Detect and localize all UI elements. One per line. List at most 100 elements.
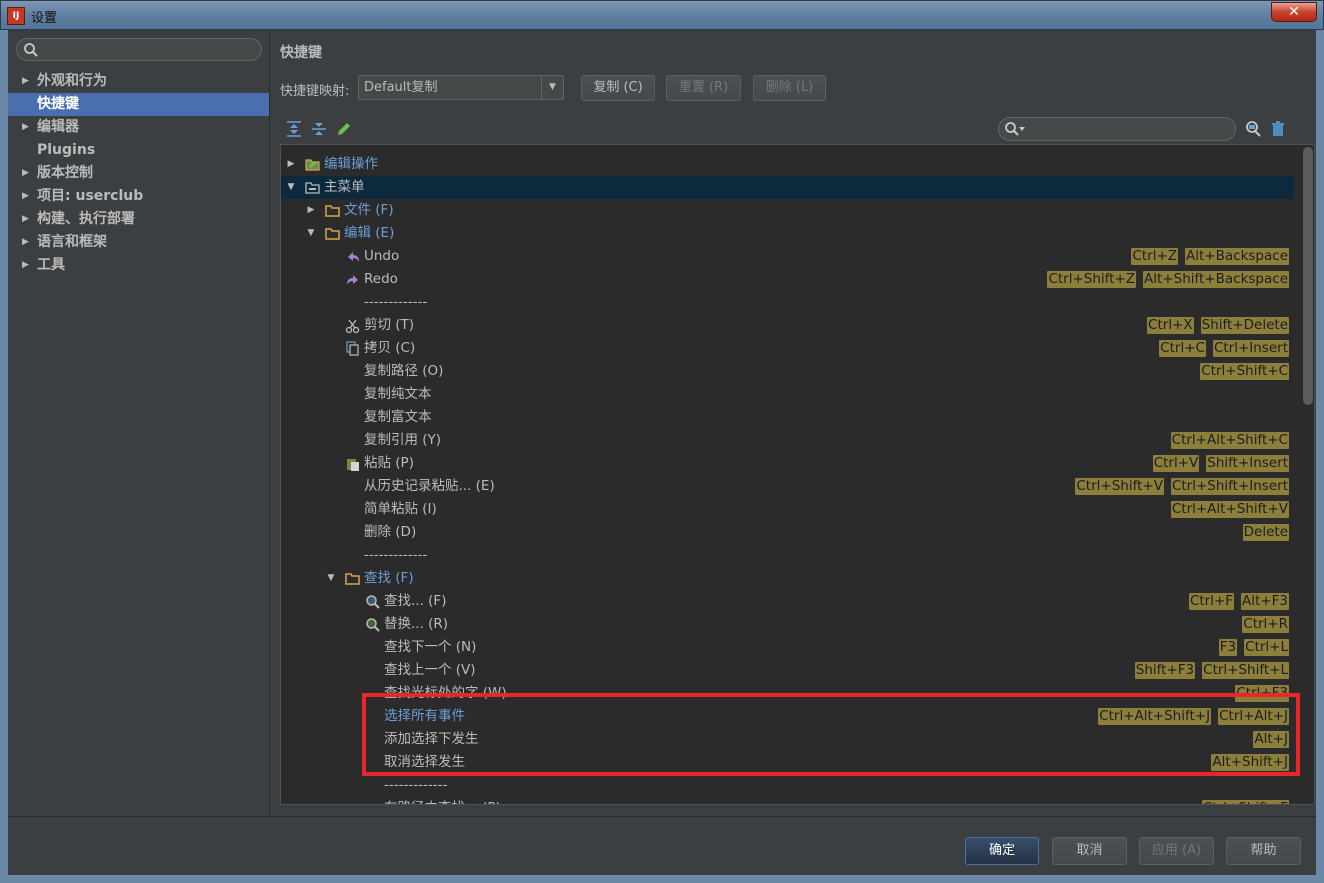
chevron-right-icon[interactable]: ▶	[22, 70, 29, 93]
shortcut-list: Delete	[1242, 524, 1289, 541]
shortcut-badge: Ctrl+C	[1159, 340, 1206, 357]
tree-separator: -------------	[281, 544, 1294, 567]
sidebar-item[interactable]: ▶ 版本控制	[8, 162, 269, 185]
sidebar-item-label: 编辑器	[37, 119, 79, 135]
chevron-right-icon[interactable]: ▶	[305, 199, 317, 222]
chevron-down-icon[interactable]: ▼	[285, 176, 297, 199]
app-icon: IJ	[7, 7, 25, 25]
chevron-down-icon[interactable]: ▼	[305, 222, 317, 245]
shortcut-list: Ctrl+F Alt+F3	[1188, 593, 1289, 610]
shortcut-list: Ctrl+X Shift+Delete	[1147, 317, 1289, 334]
close-button[interactable]: ✕	[1271, 2, 1317, 22]
tree-search-input[interactable]	[998, 117, 1236, 141]
window-title: 设置	[31, 11, 58, 26]
find-by-shortcut-icon[interactable]	[1244, 120, 1262, 138]
sidebar-item[interactable]: ▶ 外观和行为	[8, 70, 269, 93]
tree-row[interactable]: 复制纯文本	[281, 383, 1294, 406]
chevron-down-icon[interactable]: ▼	[541, 76, 563, 99]
sidebar-item[interactable]: Plugins	[8, 139, 269, 162]
delete-keymap-button[interactable]: 删除 (L)	[753, 75, 826, 101]
tree-scrollbar[interactable]	[1303, 147, 1313, 405]
tree-row-label: 选择所有事件	[384, 708, 465, 724]
expand-all-icon[interactable]	[285, 120, 303, 138]
shortcut-list: Ctrl+Alt+Shift+V	[1170, 501, 1289, 518]
chevron-down-icon[interactable]: ▼	[325, 567, 337, 590]
tree-row-label: 从历史记录粘贴... (E)	[364, 478, 495, 494]
sidebar-item[interactable]: ▶ 语言和框架	[8, 231, 269, 254]
sidebar-search-input[interactable]	[16, 38, 262, 61]
copy-keymap-button[interactable]: 复制 (C)	[581, 75, 655, 101]
ok-button[interactable]: 确定	[965, 837, 1039, 865]
tree-row[interactable]: Undo Ctrl+Z Alt+Backspace	[281, 245, 1294, 268]
reset-keymap-button[interactable]: 重置 (R)	[666, 75, 741, 101]
keymap-select[interactable]: Default复制 ▼	[358, 75, 564, 100]
find-icon	[366, 595, 380, 609]
shortcut-list: Ctrl+Alt+Shift+C	[1170, 432, 1289, 449]
tree-row[interactable]: 复制引用 (Y) Ctrl+Alt+Shift+C	[281, 429, 1294, 452]
tree-row[interactable]: ▶ 文件 (F)	[281, 199, 1294, 222]
tree-row[interactable]: 复制富文本	[281, 406, 1294, 429]
tree-row-label: 复制路径 (O)	[364, 363, 444, 379]
tree-row[interactable]: 取消选择发生 Alt+Shift+J	[281, 751, 1294, 774]
shortcut-badge: Ctrl+F	[1188, 593, 1235, 610]
chevron-right-icon[interactable]: ▶	[22, 116, 29, 139]
tree-row[interactable]: 复制路径 (O) Ctrl+Shift+C	[281, 360, 1294, 383]
tree-row[interactable]: 查找下一个 (N) F3 Ctrl+L	[281, 636, 1294, 659]
keymap-action-tree[interactable]: ▶ 编辑操作 ▼ 主菜单 ▶ 文件 (F) ▼ 编辑 (E) Undo Ctrl+Z Alt+Bac…	[280, 144, 1315, 805]
edit-shortcut-icon[interactable]	[335, 120, 353, 138]
shortcut-list: Ctrl+Alt+Shift+J Ctrl+Alt+J	[1098, 708, 1289, 725]
tree-row-label: Redo	[364, 271, 398, 287]
shortcut-badge: Alt+Shift+J	[1211, 754, 1289, 771]
help-button[interactable]: 帮助	[1226, 837, 1301, 865]
chevron-right-icon[interactable]: ▶	[22, 208, 29, 231]
tree-row[interactable]: 添加选择下发生 Alt+J	[281, 728, 1294, 751]
apply-button[interactable]: 应用 (A)	[1139, 837, 1214, 865]
chevron-right-icon[interactable]: ▶	[22, 185, 29, 208]
chevron-right-icon[interactable]: ▶	[22, 162, 29, 185]
cancel-button[interactable]: 取消	[1052, 837, 1127, 865]
separator-label: -------------	[384, 777, 448, 793]
tree-row[interactable]: 查找光标处的字 (W) Ctrl+F3	[281, 682, 1294, 705]
tree-row[interactable]: 剪切 (T) Ctrl+X Shift+Delete	[281, 314, 1294, 337]
tree-row[interactable]: 拷贝 (C) Ctrl+C Ctrl+Insert	[281, 337, 1294, 360]
tree-row[interactable]: 删除 (D) Delete	[281, 521, 1294, 544]
window-frame-right	[1316, 30, 1324, 883]
shortcut-badge: Ctrl+R	[1242, 616, 1289, 633]
tree-row[interactable]: ▶ 编辑操作	[281, 153, 1294, 176]
shortcut-badge: F3	[1218, 639, 1238, 656]
chevron-right-icon[interactable]: ▶	[22, 254, 29, 277]
tree-row[interactable]: 从历史记录粘贴... (E) Ctrl+Shift+V Ctrl+Shift+Ins…	[281, 475, 1294, 498]
chevron-right-icon[interactable]: ▶	[285, 153, 297, 176]
tree-row[interactable]: 查找... (F) Ctrl+F Alt+F3	[281, 590, 1294, 613]
sidebar-item[interactable]: ▶ 工具	[8, 254, 269, 277]
tree-row[interactable]: ▼ 主菜单	[281, 176, 1294, 199]
collapse-all-icon[interactable]	[310, 120, 328, 138]
tree-row[interactable]: 在路径中查找... (P) Ctrl+Shift+F	[281, 797, 1294, 804]
shortcut-badge: Ctrl+Shift+L	[1202, 662, 1289, 679]
sidebar-item[interactable]: ▶ 项目: userclub	[8, 185, 269, 208]
trash-icon[interactable]	[1269, 120, 1287, 138]
sidebar-item-label: Plugins	[37, 142, 96, 158]
tree-row[interactable]: Redo Ctrl+Shift+Z Alt+Shift+Backspace	[281, 268, 1294, 291]
sidebar-item[interactable]: ▶ 编辑器	[8, 116, 269, 139]
sidebar-item[interactable]: 快捷键	[8, 93, 269, 116]
tree-separator: -------------	[281, 774, 1294, 797]
separator-label: -------------	[364, 294, 428, 310]
tree-row[interactable]: 简单粘贴 (I) Ctrl+Alt+Shift+V	[281, 498, 1294, 521]
shortcut-badge: Ctrl+Insert	[1212, 340, 1289, 357]
sidebar-item[interactable]: ▶ 构建、执行部署	[8, 208, 269, 231]
tree-row[interactable]: 替换... (R) Ctrl+R	[281, 613, 1294, 636]
chevron-right-icon[interactable]: ▶	[22, 231, 29, 254]
shortcut-badge: Ctrl+Shift+C	[1200, 363, 1289, 380]
settings-sidebar: ▶ 外观和行为 快捷键 ▶ 编辑器 Plugins ▶ 版本控制 ▶ 项目: userclub ▶ 构…	[8, 30, 270, 816]
tree-row[interactable]: 选择所有事件 Ctrl+Alt+Shift+J Ctrl+Alt+J	[281, 705, 1294, 728]
tree-row[interactable]: ▼ 编辑 (E)	[281, 222, 1294, 245]
tree-row[interactable]: ▼ 查找 (F)	[281, 567, 1294, 590]
folder-icon	[345, 573, 360, 585]
shortcut-badge: Ctrl+Shift+Z	[1047, 271, 1137, 288]
shortcut-badge: Ctrl+Shift+Insert	[1170, 478, 1289, 495]
tree-row[interactable]: 粘贴 (P) Ctrl+V Shift+Insert	[281, 452, 1294, 475]
shortcut-list: Ctrl+R	[1242, 616, 1289, 633]
tree-row[interactable]: 查找上一个 (V) Shift+F3 Ctrl+Shift+L	[281, 659, 1294, 682]
shortcut-list: Ctrl+Shift+F	[1201, 800, 1289, 804]
